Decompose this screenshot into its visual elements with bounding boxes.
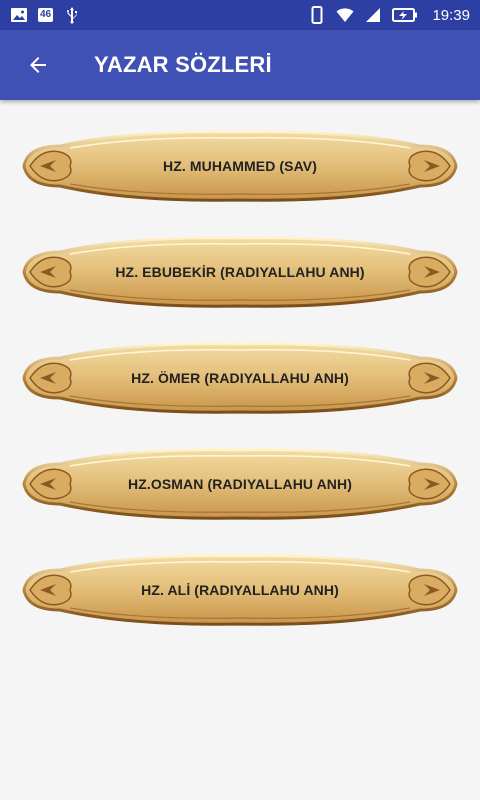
- image-icon: [11, 8, 27, 22]
- usb-icon: [67, 7, 78, 24]
- app-bar: YAZAR SÖZLERİ: [0, 30, 480, 100]
- signal-icon: [366, 8, 381, 22]
- back-button[interactable]: [18, 45, 58, 85]
- battery-charging-icon: [392, 8, 418, 22]
- list-item-label: HZ. EBUBEKİR (RADIYALLAHU ANH): [115, 264, 365, 280]
- status-right: 19:39: [308, 6, 470, 24]
- list-item-hz-ebubekir[interactable]: HZ. EBUBEKİR (RADIYALLAHU ANH): [20, 230, 460, 314]
- status-time: 19:39: [432, 6, 470, 24]
- wifi-icon: [336, 8, 354, 22]
- status-left: 46: [10, 6, 81, 24]
- phone-icon: [311, 6, 323, 24]
- page-title: YAZAR SÖZLERİ: [94, 52, 272, 77]
- list-item-label: HZ. ÖMER (RADIYALLAHU ANH): [131, 370, 349, 386]
- list-item-hz-ali[interactable]: HZ. ALİ (RADIYALLAHU ANH): [20, 548, 460, 632]
- status-bar: 46 19:39: [0, 0, 480, 30]
- network-badge-icon: 46: [38, 8, 54, 22]
- list-item-hz-omer[interactable]: HZ. ÖMER (RADIYALLAHU ANH): [20, 336, 460, 420]
- list-item-hz-muhammed[interactable]: HZ. MUHAMMED (SAV): [20, 124, 460, 208]
- list-item-hz-osman[interactable]: HZ.OSMAN (RADIYALLAHU ANH): [20, 442, 460, 526]
- list-item-label: HZ.OSMAN (RADIYALLAHU ANH): [128, 476, 352, 492]
- arrow-back-icon: [30, 57, 46, 73]
- list-item-label: HZ. ALİ (RADIYALLAHU ANH): [141, 582, 339, 598]
- list-item-label: HZ. MUHAMMED (SAV): [163, 158, 317, 174]
